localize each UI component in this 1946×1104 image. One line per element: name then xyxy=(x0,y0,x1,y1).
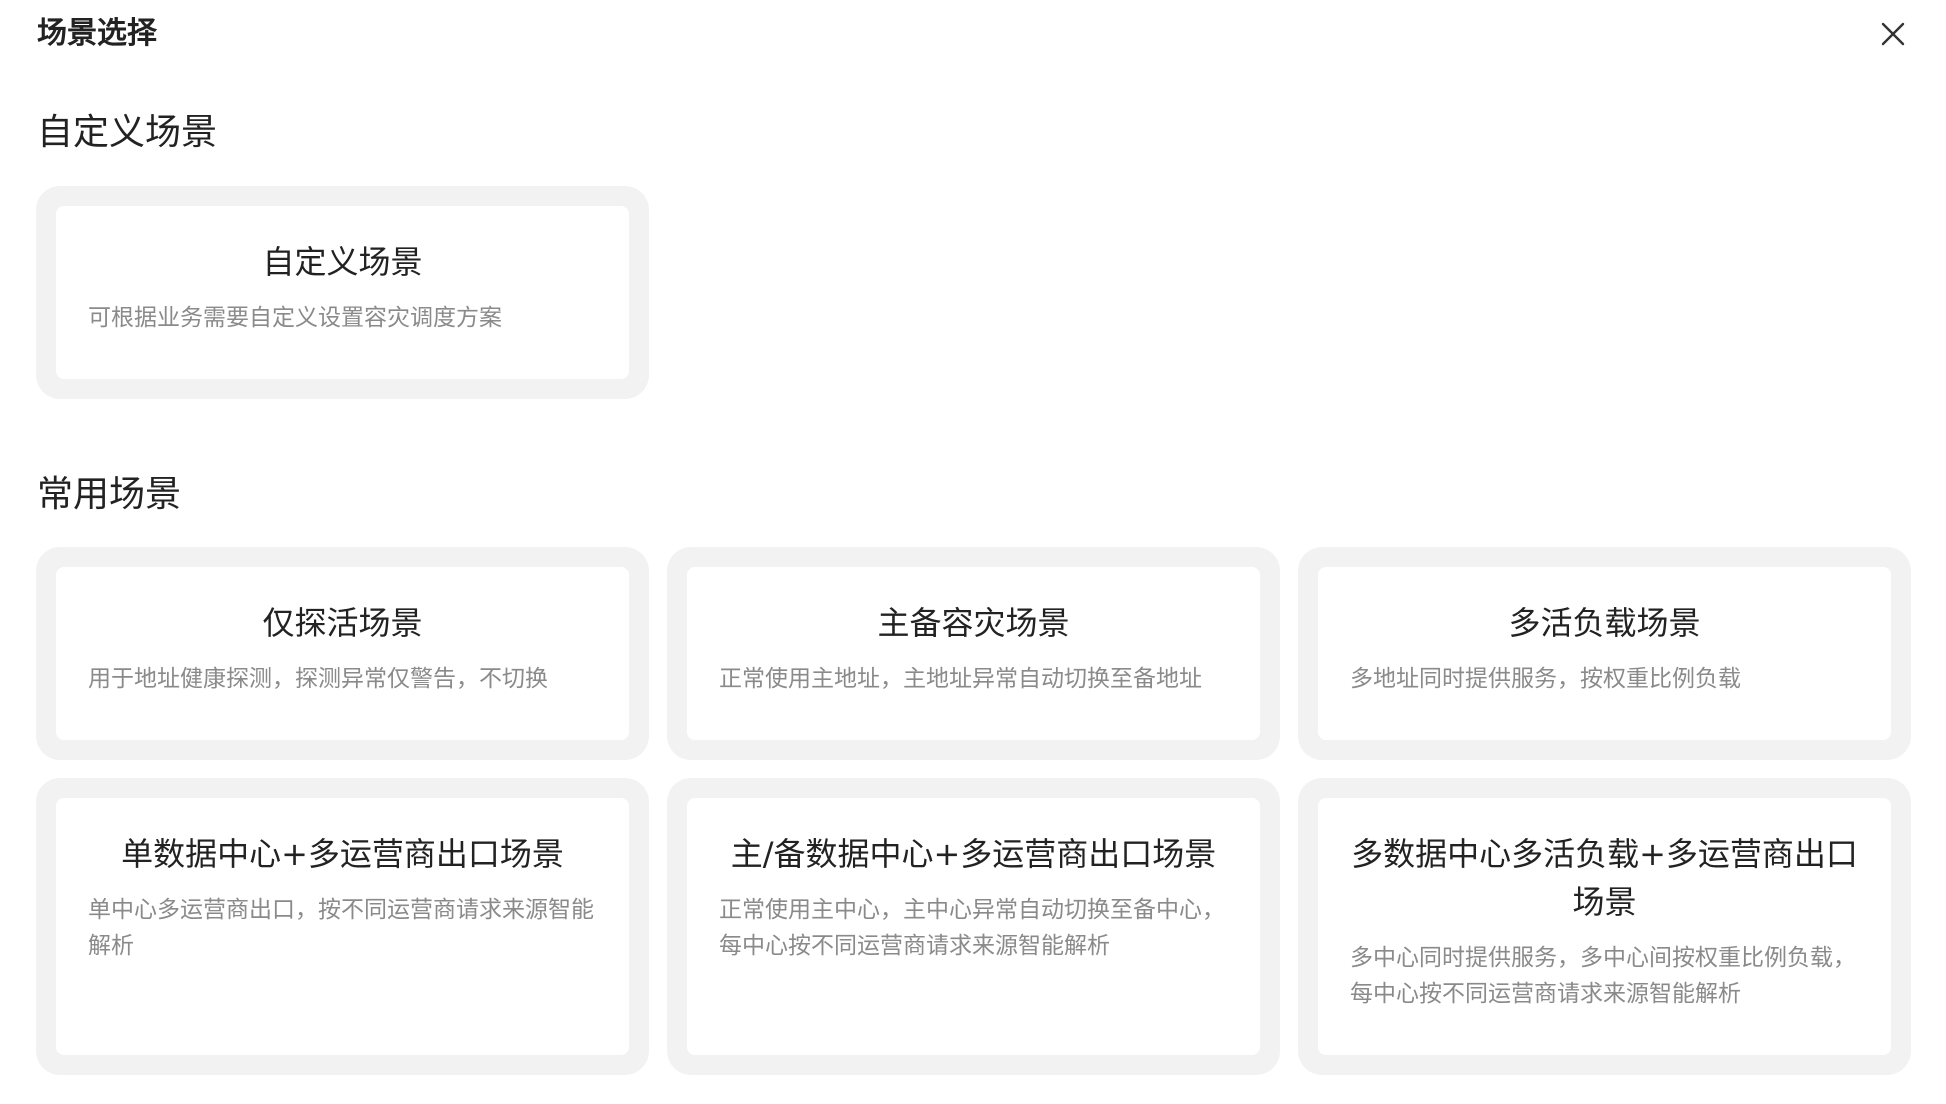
scene-card-primary-backup-dc-multi-isp[interactable]: 主/备数据中心+多运营商出口场景 正常使用主中心，主中心异常自动切换至备中心，每… xyxy=(667,778,1280,1075)
close-button[interactable] xyxy=(1875,16,1911,52)
scene-card-desc: 多中心同时提供服务，多中心间按权重比例负载，每中心按不同运营商请求来源智能解析 xyxy=(1350,945,1856,1007)
scene-card-desc: 正常使用主地址，主地址异常自动切换至备地址 xyxy=(719,666,1202,692)
scene-card-title: 多数据中心多活负载+多运营商出口场景 xyxy=(1351,835,1858,921)
section-heading-common: 常用场景 xyxy=(37,474,182,515)
scene-select-dialog: 场景选择 自定义场景 自定义场景 可根据业务需要自定义设置容灾调度方案 常用场景… xyxy=(0,0,1946,1104)
scene-card-probe-only[interactable]: 仅探活场景 用于地址健康探测，探测异常仅警告，不切换 xyxy=(36,547,649,760)
scene-card-title: 多活负载场景 xyxy=(1508,604,1701,642)
scene-card-body: 自定义场景 可根据业务需要自定义设置容灾调度方案 xyxy=(56,206,629,379)
scene-card-single-dc-multi-isp[interactable]: 单数据中心+多运营商出口场景 单中心多运营商出口，按不同运营商请求来源智能解析 xyxy=(36,778,649,1075)
scene-card-multi-dc-active-multi-isp[interactable]: 多数据中心多活负载+多运营商出口场景 多中心同时提供服务，多中心间按权重比例负载… xyxy=(1298,778,1911,1075)
custom-scene-grid: 自定义场景 可根据业务需要自定义设置容灾调度方案 xyxy=(36,186,1911,399)
scene-card-desc: 正常使用主中心，主中心异常自动切换至备中心，每中心按不同运营商请求来源智能解析 xyxy=(719,897,1225,959)
scene-card-title: 主备容灾场景 xyxy=(877,604,1070,642)
scene-card-title: 单数据中心+多运营商出口场景 xyxy=(121,835,564,873)
scene-card-active-standby[interactable]: 主备容灾场景 正常使用主地址，主地址异常自动切换至备地址 xyxy=(667,547,1280,760)
scene-card-body: 多活负载场景 多地址同时提供服务，按权重比例负载 xyxy=(1318,567,1891,740)
common-scene-grid: 仅探活场景 用于地址健康探测，探测异常仅警告，不切换 主备容灾场景 正常使用主地… xyxy=(36,547,1911,1075)
scene-card-desc: 单中心多运营商出口，按不同运营商请求来源智能解析 xyxy=(88,897,594,959)
scene-card-body: 多数据中心多活负载+多运营商出口场景 多中心同时提供服务，多中心间按权重比例负载… xyxy=(1318,798,1891,1055)
section-heading-custom: 自定义场景 xyxy=(37,112,218,153)
scene-card-title: 自定义场景 xyxy=(262,243,423,281)
scene-card-title: 仅探活场景 xyxy=(262,604,423,642)
dialog-title: 场景选择 xyxy=(37,16,157,51)
close-icon xyxy=(1881,22,1905,46)
scene-card-desc: 用于地址健康探测，探测异常仅警告，不切换 xyxy=(88,666,548,692)
scene-card-custom[interactable]: 自定义场景 可根据业务需要自定义设置容灾调度方案 xyxy=(36,186,649,399)
scene-card-body: 主备容灾场景 正常使用主地址，主地址异常自动切换至备地址 xyxy=(687,567,1260,740)
scene-card-desc: 可根据业务需要自定义设置容灾调度方案 xyxy=(88,305,502,331)
scene-card-body: 主/备数据中心+多运营商出口场景 正常使用主中心，主中心异常自动切换至备中心，每… xyxy=(687,798,1260,1055)
scene-card-body: 仅探活场景 用于地址健康探测，探测异常仅警告，不切换 xyxy=(56,567,629,740)
scene-card-title: 主/备数据中心+多运营商出口场景 xyxy=(730,835,1217,873)
scene-card-multi-active-load[interactable]: 多活负载场景 多地址同时提供服务，按权重比例负载 xyxy=(1298,547,1911,760)
scene-card-body: 单数据中心+多运营商出口场景 单中心多运营商出口，按不同运营商请求来源智能解析 xyxy=(56,798,629,1055)
scene-card-desc: 多地址同时提供服务，按权重比例负载 xyxy=(1350,666,1741,692)
